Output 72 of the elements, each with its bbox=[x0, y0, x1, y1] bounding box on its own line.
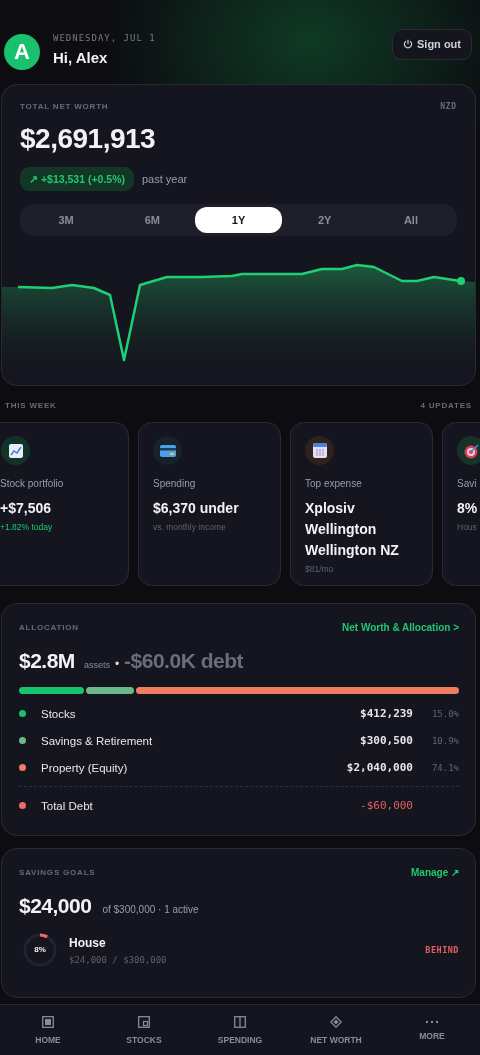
card-value: +$7,506 bbox=[0, 499, 52, 518]
allocation-name: Total Debt bbox=[41, 799, 94, 812]
manage-link[interactable]: Manage ↗ bbox=[411, 867, 459, 878]
allocation-link[interactable]: Net Worth & Allocation > bbox=[342, 622, 459, 633]
range-tab[interactable]: All bbox=[367, 207, 454, 233]
square-icon bbox=[138, 1015, 150, 1028]
allocation-share: 10.9% bbox=[430, 735, 459, 746]
allocation-amount: $300,500 bbox=[360, 734, 413, 747]
avatar: A bbox=[4, 34, 40, 70]
nav-item[interactable]: MORE bbox=[384, 1005, 480, 1055]
allocation-name: Savings & Retirement bbox=[41, 734, 154, 747]
change-period: past year bbox=[142, 173, 188, 185]
currency-label: NZD bbox=[440, 102, 457, 111]
net-worth-value: $2,691,913 bbox=[19, 123, 157, 155]
credit-card-icon bbox=[159, 444, 176, 457]
allocation-name: Property (Equity) bbox=[41, 761, 129, 774]
goal-name: House bbox=[69, 935, 107, 950]
update-card[interactable]: Savi 8% Hous bbox=[442, 422, 480, 586]
allocation-share: 15.0% bbox=[430, 708, 459, 719]
nav-item[interactable]: NET WORTH bbox=[288, 1005, 384, 1055]
power-icon bbox=[403, 39, 413, 49]
card-title: Stock portfolio bbox=[0, 478, 65, 489]
savings-total: $24,000 bbox=[19, 894, 92, 918]
chart-icon bbox=[8, 443, 23, 458]
section-label: THIS WEEK bbox=[5, 401, 57, 410]
card-value: 8% bbox=[457, 499, 479, 518]
range-tab[interactable]: 2Y bbox=[281, 207, 368, 233]
allocation-amount: $2,040,000 bbox=[346, 761, 413, 774]
card-title: Savi bbox=[457, 478, 478, 489]
more-icon bbox=[426, 1019, 438, 1024]
progress-percent: 8% bbox=[34, 945, 46, 955]
card-value: $6,370 under bbox=[153, 499, 240, 518]
section-label: ALLOCATION bbox=[19, 623, 79, 632]
nav-item[interactable]: SPENDING bbox=[192, 1005, 288, 1055]
update-count: 4 UPDATES bbox=[420, 401, 472, 410]
range-tab[interactable]: 3M bbox=[23, 207, 110, 233]
card-note: $81/mo bbox=[305, 564, 335, 574]
sign-out-button[interactable]: Sign out bbox=[392, 28, 472, 60]
card-title: Spending bbox=[153, 478, 197, 489]
assets-value: $2.8M bbox=[19, 649, 75, 673]
allocation-name: Stocks bbox=[41, 707, 77, 720]
card-note: vs. monthly income bbox=[153, 522, 227, 532]
assets-label: assets bbox=[83, 660, 110, 670]
update-card[interactable]: Stock portfolio +$7,506 +1.82% today bbox=[0, 422, 129, 586]
range-tab[interactable]: 6M bbox=[109, 207, 196, 233]
update-card[interactable]: Spending $6,370 under vs. monthly income bbox=[138, 422, 281, 586]
allocation-amount: $412,239 bbox=[360, 707, 413, 720]
date-label: WEDNESDAY, JUL 1 bbox=[53, 32, 157, 43]
card-note: +1.82% today bbox=[0, 522, 54, 532]
calendar-icon bbox=[312, 443, 327, 458]
debt-value: -$60.0K debt bbox=[124, 649, 243, 673]
diamond-icon bbox=[330, 1015, 342, 1028]
card-title: Top expense bbox=[305, 478, 363, 489]
debt-amount: -$60,000 bbox=[360, 799, 413, 812]
separator: • bbox=[114, 657, 120, 671]
change-badge: ↗ +$13,531 (+0.5%) bbox=[20, 167, 134, 191]
nav-item[interactable]: STOCKS bbox=[96, 1005, 192, 1055]
savings-summary: of $300,000 · 1 active bbox=[102, 904, 199, 915]
card-value: Xplosiv Wellington Wellington NZ bbox=[305, 499, 400, 560]
update-card[interactable]: Top expense Xplosiv Wellington Wellington NZ $81/mo bbox=[290, 422, 433, 586]
allocation-share: 74.1% bbox=[430, 762, 459, 773]
goal-status: BEHIND bbox=[425, 945, 459, 955]
section-label: TOTAL NET WORTH bbox=[20, 102, 109, 111]
progress-ring bbox=[22, 932, 58, 968]
target-icon bbox=[463, 442, 480, 459]
section-label: SAVINGS GOALS bbox=[19, 868, 96, 877]
square-icon bbox=[42, 1015, 54, 1028]
columns-icon bbox=[234, 1015, 246, 1028]
range-tab[interactable]: 1Y bbox=[195, 207, 282, 233]
greeting: Hi, Alex bbox=[53, 48, 109, 66]
nav-item[interactable]: HOME bbox=[0, 1005, 96, 1055]
card-note: Hous bbox=[457, 522, 478, 532]
